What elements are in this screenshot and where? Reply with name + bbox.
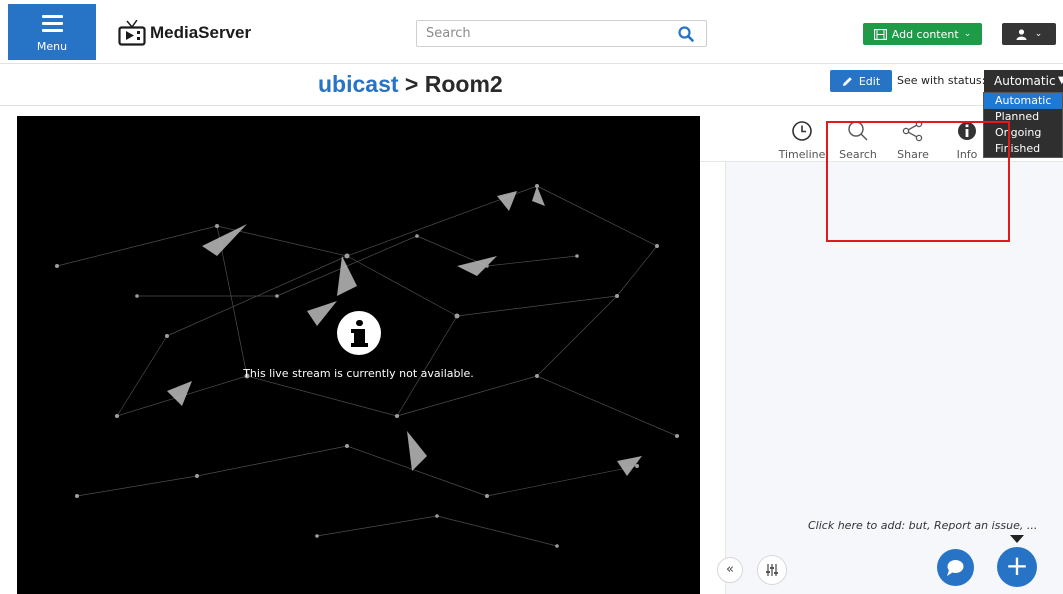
user-menu-button[interactable]: ⌄ bbox=[1002, 23, 1056, 45]
edit-button[interactable]: Edit bbox=[830, 70, 892, 92]
speech-bubble-icon bbox=[947, 560, 964, 576]
status-filter-label: See with status: bbox=[897, 74, 986, 87]
add-content-label: Add content bbox=[891, 27, 959, 41]
menu-label: Menu bbox=[36, 40, 68, 53]
search-input[interactable] bbox=[417, 21, 657, 46]
status-select[interactable]: Automatic ▼ bbox=[984, 70, 1063, 92]
status-option-automatic[interactable]: Automatic bbox=[984, 93, 1062, 109]
clock-icon bbox=[792, 121, 812, 141]
add-annotation-button[interactable]: + bbox=[997, 547, 1037, 587]
menu-button[interactable]: Menu bbox=[8, 4, 96, 60]
add-content-button[interactable]: Add content ⌄ bbox=[863, 23, 982, 45]
stream-unavailable-message: This live stream is currently not availa… bbox=[243, 367, 474, 380]
video-player[interactable]: This live stream is currently not availa… bbox=[17, 116, 700, 594]
chevron-down-icon: ⌄ bbox=[963, 29, 972, 39]
title-row: ubicast > Room2 Edit See with status: Au… bbox=[0, 64, 1063, 106]
caret-down-icon: ▼ bbox=[1058, 75, 1063, 86]
double-chevron-left-icon: « bbox=[726, 562, 734, 577]
logo-text: MediaServer bbox=[150, 23, 252, 42]
top-bar: Menu MediaServer Search Add content ⌄ ⌄ bbox=[0, 0, 1063, 64]
breadcrumb: ubicast > Room2 bbox=[318, 71, 503, 98]
pencil-icon bbox=[842, 76, 852, 86]
user-icon bbox=[1016, 28, 1027, 40]
add-annotation-hint[interactable]: Click here to add: but, Report an issue,… bbox=[808, 519, 1037, 532]
tv-logo-icon bbox=[118, 20, 146, 46]
search-box bbox=[416, 20, 707, 47]
logo[interactable]: MediaServer bbox=[118, 20, 251, 46]
page: { "header": { "menu_label": "Menu", "log… bbox=[0, 0, 1063, 594]
tab-timeline-label: Timeline bbox=[778, 148, 826, 161]
page-title: Room2 bbox=[424, 71, 503, 97]
film-icon bbox=[873, 28, 887, 40]
breadcrumb-channel-link[interactable]: ubicast bbox=[318, 71, 399, 97]
highlight-box bbox=[826, 121, 1010, 242]
filter-button[interactable] bbox=[757, 555, 787, 585]
collapse-panel-button[interactable]: « bbox=[717, 557, 743, 583]
info-icon bbox=[337, 311, 381, 355]
sliders-icon bbox=[766, 564, 778, 576]
status-select-value: Automatic bbox=[994, 74, 1056, 88]
chevron-down-icon: ⌄ bbox=[1034, 29, 1043, 39]
hamburger-icon bbox=[42, 15, 63, 32]
edit-label: Edit bbox=[858, 74, 881, 88]
breadcrumb-separator: > bbox=[404, 71, 419, 97]
comment-button[interactable] bbox=[937, 549, 974, 586]
side-panel-rail bbox=[700, 162, 726, 594]
network-background-image bbox=[55, 184, 679, 548]
search-icon[interactable] bbox=[678, 26, 694, 42]
triangle-down-icon bbox=[1010, 535, 1024, 543]
plus-icon: + bbox=[1005, 549, 1029, 582]
